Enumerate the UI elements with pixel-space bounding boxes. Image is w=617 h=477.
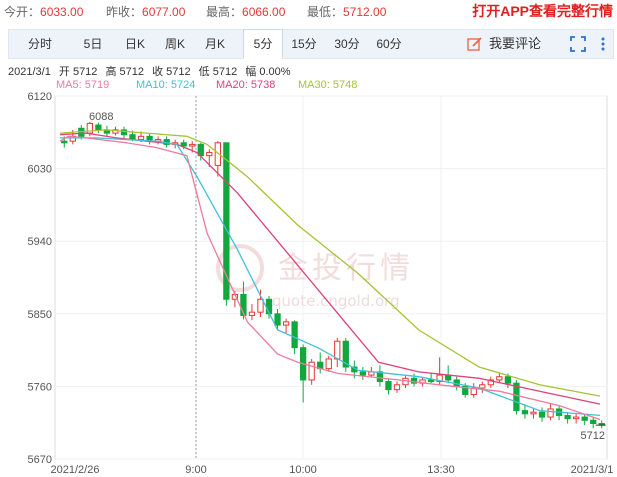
candle-body[interactable] <box>180 142 187 147</box>
info-open: 开 5712 <box>58 66 98 78</box>
y-tick-label: 6030 <box>28 164 52 176</box>
candle-body[interactable] <box>206 151 213 157</box>
y-tick-label: 5850 <box>28 309 52 321</box>
candle-body[interactable] <box>496 376 503 381</box>
x-tick-label: 10:00 <box>289 464 317 476</box>
info-date: 2021/3/1 <box>8 66 51 78</box>
x-tick-label: 13:30 <box>427 464 455 476</box>
candle-body[interactable] <box>581 416 588 421</box>
kline-chart-svg[interactable]: 6120 6030 5940 5850 5760 56702021/2/26 9:00 10:… <box>0 78 617 477</box>
legend-ma30: MA30: 5748 <box>298 79 357 91</box>
candle-body[interactable] <box>95 124 102 131</box>
open-label: 今开： <box>4 5 41 19</box>
candle-body[interactable] <box>547 408 554 418</box>
low-quote: 最低：5712.00 <box>307 3 386 20</box>
candle-body[interactable] <box>427 379 435 383</box>
y-tick-label: 6120 <box>28 91 52 103</box>
y-tick-label: 5670 <box>28 454 52 466</box>
prev-close-quote: 昨收：6077.00 <box>106 3 185 20</box>
tab-7[interactable]: 30分 <box>328 30 366 58</box>
candle-body[interactable] <box>359 371 367 376</box>
x-tick-label: 2021/2/26 <box>51 464 100 476</box>
high-value: 6066.00 <box>242 5 286 19</box>
tab-6[interactable]: 15分 <box>285 30 323 58</box>
tab-0[interactable]: 分时 <box>9 30 71 58</box>
candle-body[interactable] <box>479 384 486 389</box>
x-tick-label: 2021/3/1 <box>571 464 614 476</box>
y-tick-label: 5940 <box>28 236 52 248</box>
prev-close-value: 6077.00 <box>142 5 186 19</box>
prev-close-label: 昨收： <box>106 5 143 19</box>
info-change: 幅 0.00% <box>245 66 291 78</box>
tab-1[interactable]: 5日 <box>71 30 115 58</box>
candle-body[interactable] <box>393 384 401 391</box>
edit-icon <box>467 37 482 51</box>
low-label: 最低： <box>307 5 344 19</box>
open-quote: 今开：6033.00 <box>4 3 83 20</box>
more-icon[interactable] <box>599 35 607 53</box>
legend-ma10: MA10: 5724 <box>136 79 195 91</box>
tab-5[interactable]: 5分 <box>243 29 283 59</box>
y-tick-label: 5760 <box>28 381 52 393</box>
candle-body[interactable] <box>61 140 68 144</box>
info-close: 收 5712 <box>152 66 191 78</box>
candle-body[interactable] <box>385 381 392 391</box>
candle-info-row: 2021/3/1 开 5712 高 5712 收 5712 低 5712 幅 0… <box>8 63 296 79</box>
kline-chart[interactable]: 6120 6030 5940 5850 5760 5670 2021/2/26 9:00 10:… <box>0 78 617 477</box>
tab-3[interactable]: 周K <box>155 30 195 58</box>
tab-8[interactable]: 60分 <box>370 30 408 58</box>
watermark-title: 金投行情 <box>278 251 414 286</box>
candle-body[interactable] <box>325 358 332 370</box>
candle-body[interactable] <box>189 143 196 147</box>
tab-4[interactable]: 月K <box>195 30 235 58</box>
candle-body[interactable] <box>282 321 290 326</box>
candle-body[interactable] <box>521 410 529 415</box>
low-value: 5712.00 <box>343 5 387 19</box>
candle-body[interactable] <box>291 321 298 349</box>
legend-ma20: MA20: 5738 <box>216 79 275 91</box>
x-tick-label: 9:00 <box>185 464 206 476</box>
comment-button[interactable]: 我要评论 <box>467 30 541 58</box>
candle-body[interactable] <box>564 414 571 420</box>
candle-body[interactable] <box>248 311 256 316</box>
candle-body[interactable] <box>137 135 145 141</box>
candle-body[interactable] <box>274 313 281 326</box>
candle-body[interactable] <box>572 416 580 420</box>
fullscreen-icon[interactable] <box>569 35 587 53</box>
candle-body[interactable] <box>504 376 512 384</box>
last-price-label: 5712 <box>581 430 605 442</box>
quote-bar: 今开：6033.00 昨收：6077.00 最高：6066.00 最低：5712… <box>0 0 617 22</box>
info-high: 高 5712 <box>105 66 145 78</box>
candle-body[interactable] <box>257 298 264 313</box>
high-label: 最高： <box>206 5 243 19</box>
candle-body[interactable] <box>334 340 341 360</box>
candle-body[interactable] <box>538 411 546 418</box>
open-app-link[interactable]: 打开APP查看完整行情 <box>472 1 613 21</box>
info-low: 低 5712 <box>198 66 238 78</box>
candle-body[interactable] <box>308 361 315 381</box>
high-annotation: 6088 <box>89 111 113 123</box>
comment-button-label: 我要评论 <box>489 36 542 51</box>
period-tab-bar: 60分 30分 15分 5分 月K 周K 日K 5日 分时 我要评论 <box>8 29 614 59</box>
high-quote: 最高：6066.00 <box>206 3 285 20</box>
legend-ma5: MA5: 5719 <box>56 79 109 91</box>
candle-body[interactable] <box>530 411 537 415</box>
open-value: 6033.00 <box>40 5 84 19</box>
tab-2[interactable]: 日K <box>115 30 155 58</box>
candle-body[interactable] <box>590 419 597 425</box>
